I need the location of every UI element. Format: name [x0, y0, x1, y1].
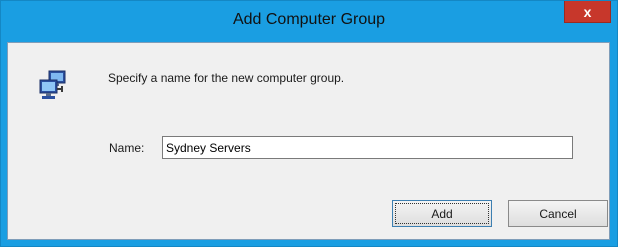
- add-computer-group-dialog: Add Computer Group x Specify a name for …: [0, 0, 618, 247]
- title-bar[interactable]: Add Computer Group x: [1, 1, 617, 42]
- cancel-button[interactable]: Cancel: [508, 200, 608, 227]
- dialog-body: Specify a name for the new computer grou…: [7, 42, 610, 240]
- add-button[interactable]: Add: [392, 200, 492, 227]
- close-icon: x: [583, 3, 592, 20]
- computers-icon: [39, 70, 66, 99]
- name-label: Name:: [109, 141, 145, 155]
- name-input[interactable]: [162, 136, 573, 159]
- dialog-title: Add Computer Group: [232, 11, 386, 28]
- instruction-text: Specify a name for the new computer grou…: [108, 71, 345, 85]
- focus-ring: [395, 203, 489, 224]
- cancel-button-label: Cancel: [539, 206, 577, 221]
- close-button[interactable]: x: [564, 1, 611, 23]
